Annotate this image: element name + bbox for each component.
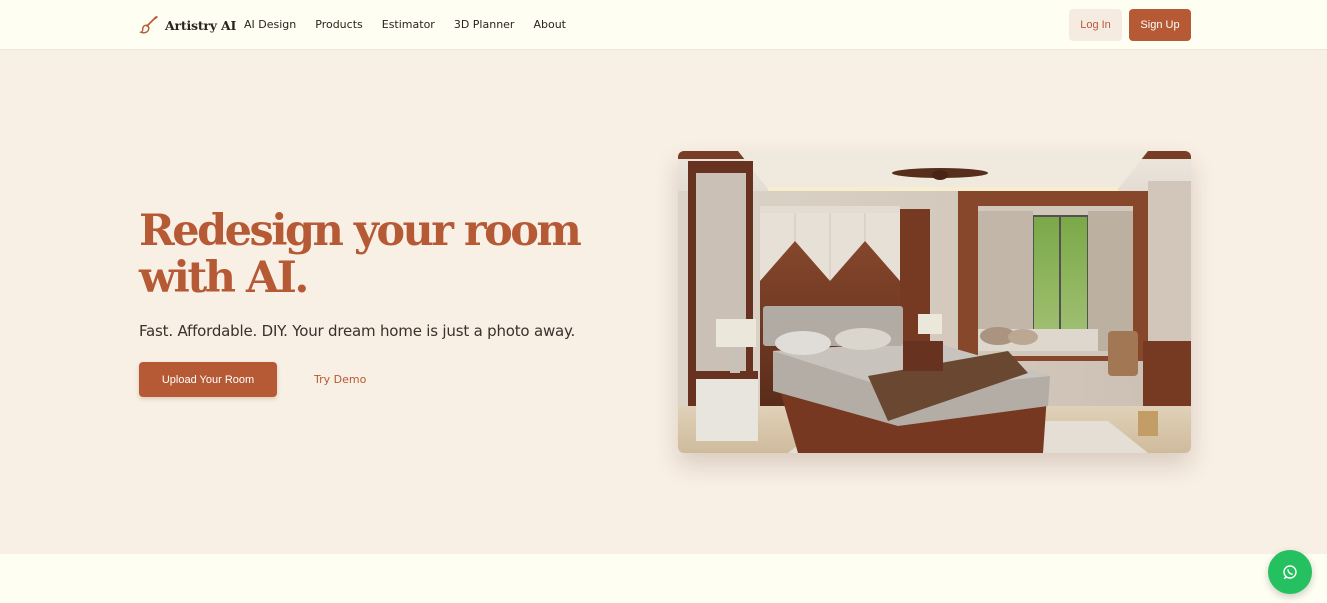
brand-name: Artistry AI [165,17,237,33]
nav-link-about[interactable]: About [533,18,566,31]
signup-button[interactable]: Sign Up [1129,9,1191,41]
nav-link-ai-design[interactable]: AI Design [244,18,296,31]
bedroom-illustration [678,151,1191,453]
nav-link-3d-planner[interactable]: 3D Planner [454,18,515,31]
hero-title-line-1: Redesign your room [139,206,582,256]
whatsapp-chat-button[interactable] [1268,550,1312,594]
hero-subtitle: Fast. Affordable. DIY. Your dream home i… [139,322,576,340]
login-button[interactable]: Log In [1069,9,1122,41]
nav-link-products[interactable]: Products [315,18,363,31]
paintbrush-icon [139,16,158,34]
whatsapp-icon [1283,565,1297,580]
try-demo-link[interactable]: Try Demo [314,373,366,386]
nav-links: AI Design Products Estimator 3D Planner … [244,18,566,31]
nav-link-estimator[interactable]: Estimator [382,18,435,31]
upload-room-button[interactable]: Upload Your Room [139,362,277,397]
top-navbar: Artistry AI AI Design Products Estimator… [0,0,1327,50]
hero-title: Redesign your room with AI. [139,208,609,302]
bedroom-hero-image [678,151,1191,453]
brand-logo-link[interactable]: Artistry AI [139,15,236,35]
hero-title-line-2: with AI. [139,253,309,303]
hero-section: Redesign your room with AI. Fast. Afford… [0,50,1327,554]
